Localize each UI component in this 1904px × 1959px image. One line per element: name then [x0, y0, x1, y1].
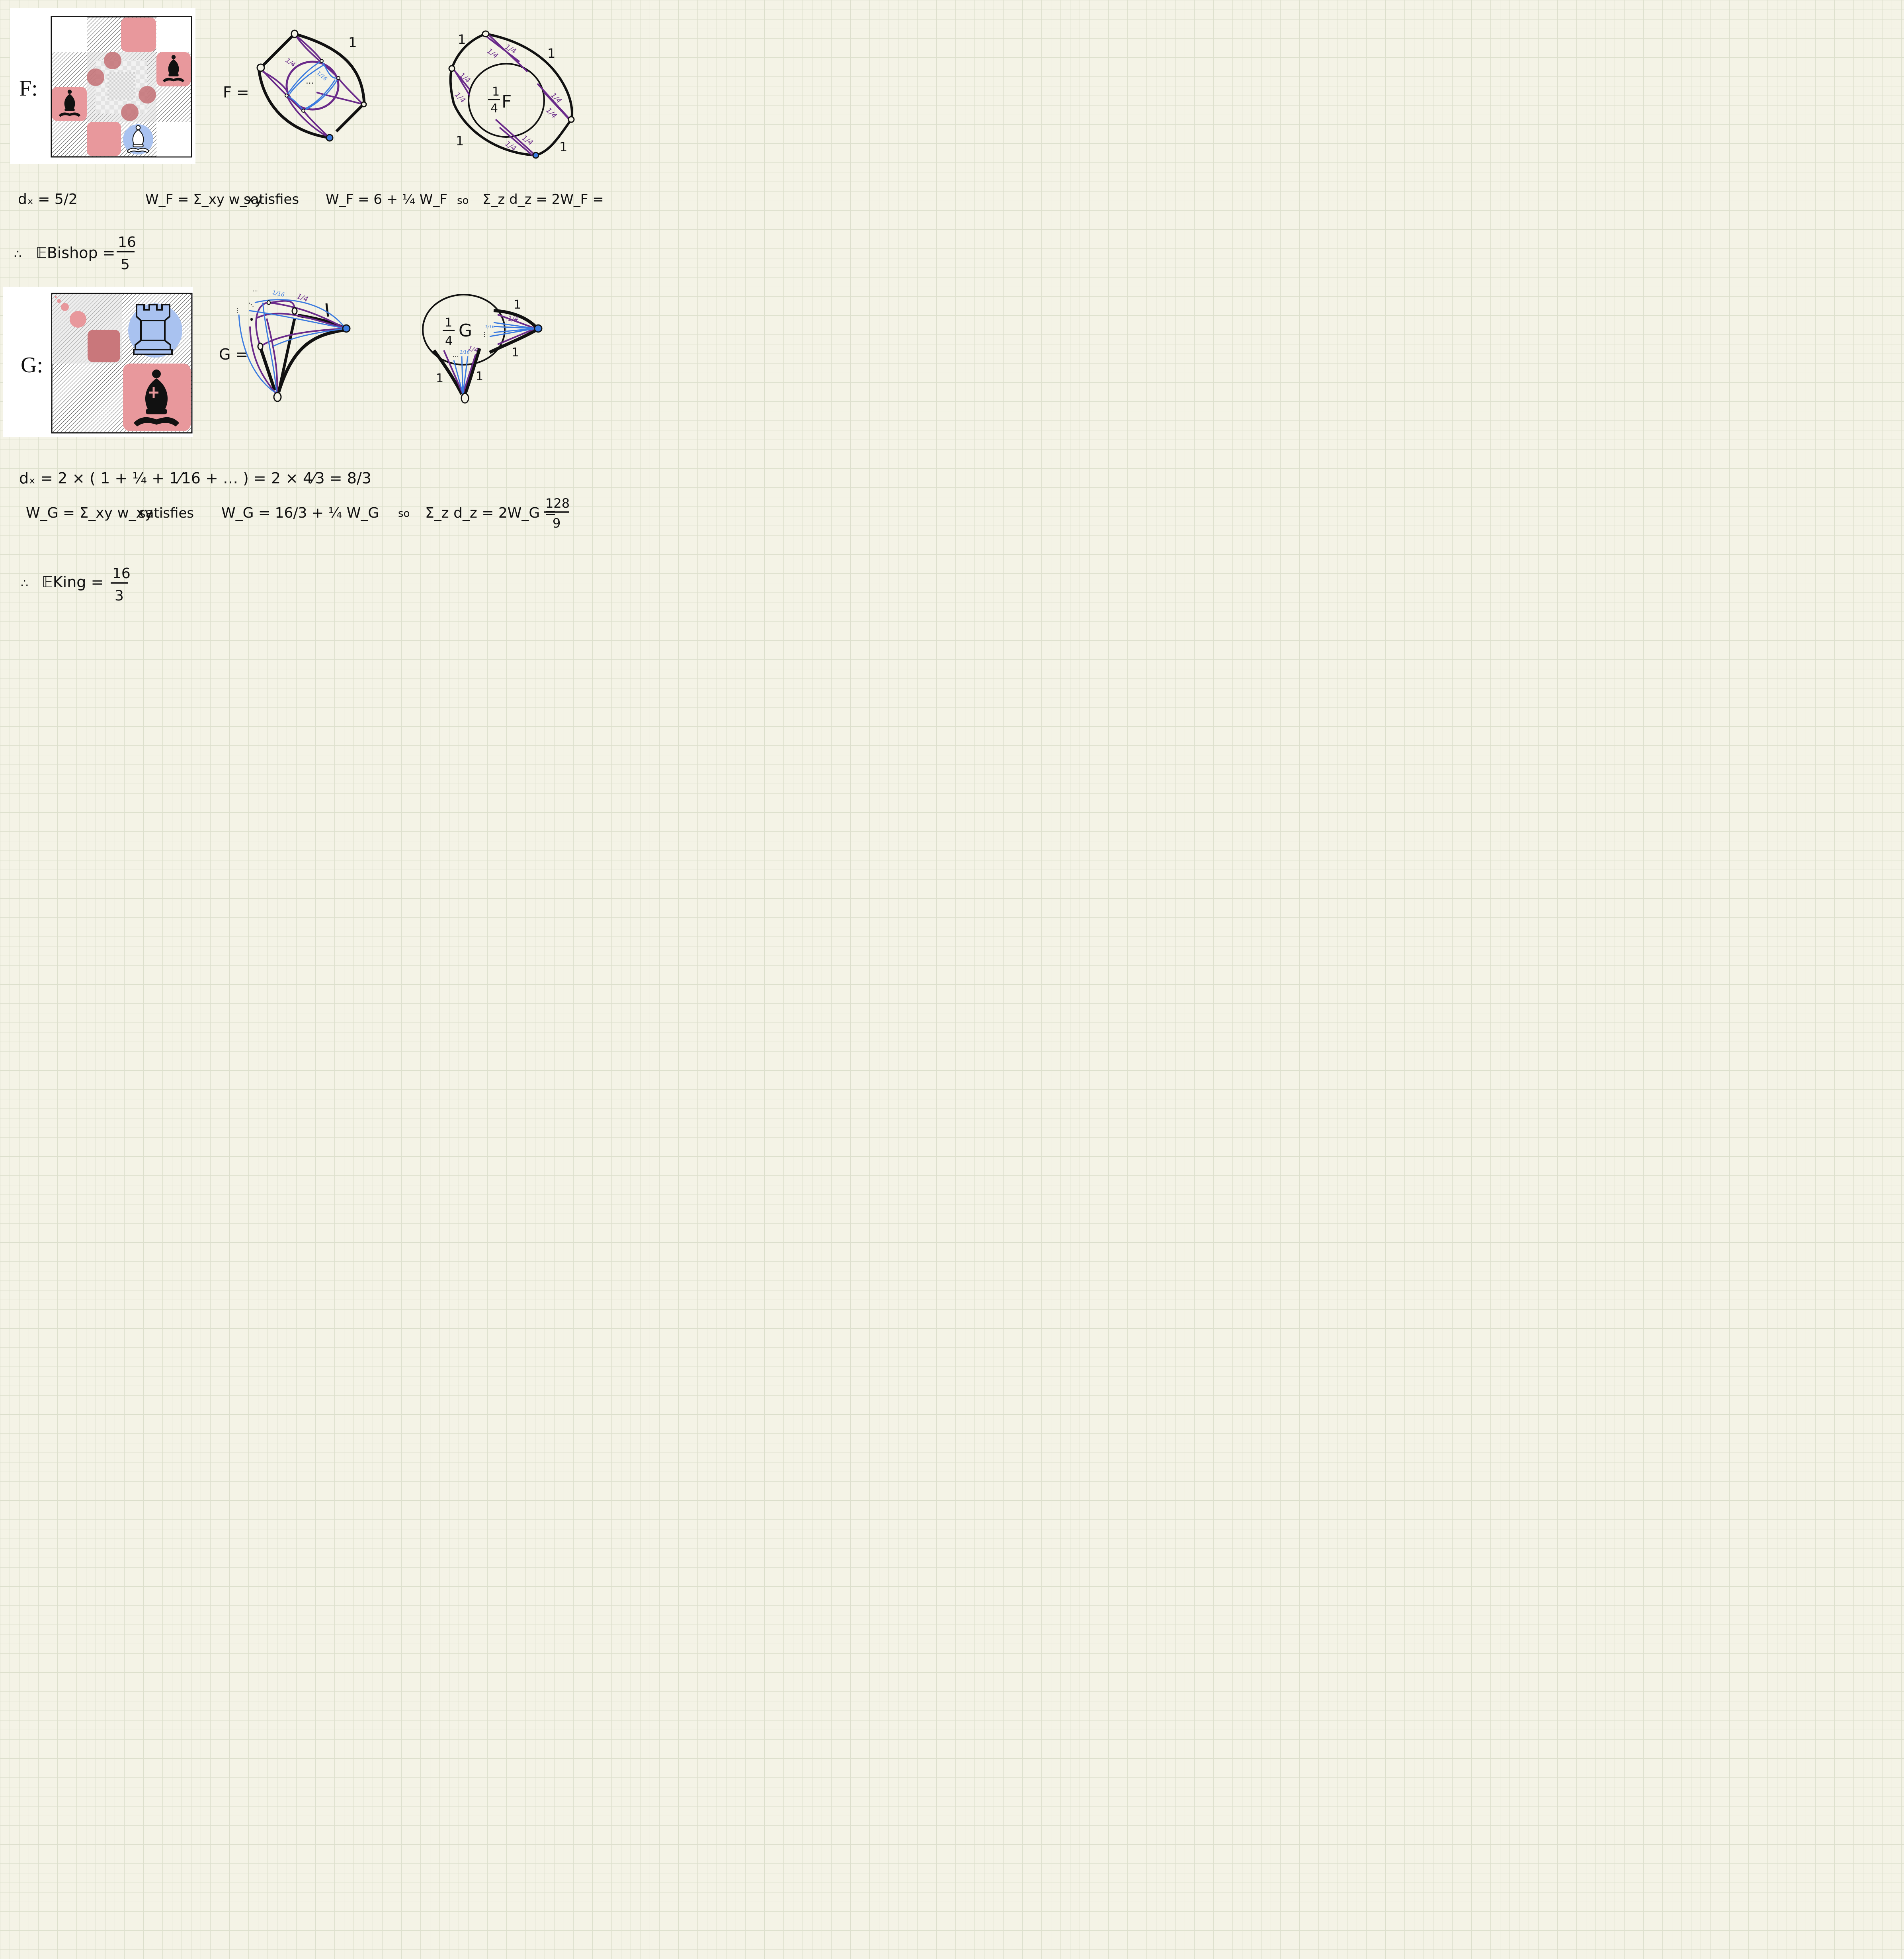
g-result-den: 3 — [115, 588, 124, 604]
g-graph-lhs: G = — [219, 346, 248, 363]
f-blue-weight: 1/16 — [315, 70, 328, 82]
f-graph: F = ⋯ 1 1/4 1/16 — [223, 29, 367, 142]
f-reduced-weight-tl: 1 — [458, 32, 466, 47]
f-reduced-purple-6: 1/4 — [544, 106, 558, 120]
f-reduced-purple-2: 1/4 — [485, 47, 500, 61]
g-reduced-inner-num: 1 — [445, 316, 452, 330]
g-reduced-blue-1: 1/16 — [485, 324, 495, 329]
f-reduced-purple-4: 1/4 — [453, 90, 467, 104]
f-reduced-purple-7: 1/4 — [520, 134, 535, 147]
f-satisfies: satisfies — [244, 192, 299, 207]
g-sum-num: 128 — [545, 496, 570, 511]
f-inner-dots: ⋯ — [306, 78, 314, 88]
g-recurrence: W_G = 16/3 + ¼ W_G — [221, 505, 379, 521]
f-target-cell-top — [121, 18, 156, 52]
g-dots-3: ⋯ — [234, 307, 241, 314]
f-reduced-inner-sym: F — [502, 92, 512, 112]
f-result-num: 16 — [118, 234, 136, 250]
g-reduced-inner-den: 4 — [445, 334, 453, 348]
g-result-name: 𝔼King = — [42, 573, 103, 591]
g-label: G: — [21, 353, 43, 377]
f-sum: Σ_z d_z = 2W_F = 16 — [482, 192, 607, 207]
g-so: so — [398, 508, 410, 520]
f-purple-weight: 1/4 — [284, 57, 297, 68]
bishop-result: ∴ 𝔼Bishop = 16 5 — [14, 234, 136, 273]
g-reduced-inner-sym: G — [459, 321, 472, 341]
f-equations: dₓ = 5/2 W_F = Σ_xy w_xy satisfies W_F =… — [18, 191, 607, 207]
king-result: ∴ 𝔼King = 16 3 — [21, 565, 131, 604]
g-reduced-graph: 1 4 G 1 1 1 1 1/4 1/4 1/16 1/16 ⋯ ⋯ — [422, 294, 543, 404]
f-result-den: 5 — [121, 256, 130, 273]
g-sum-den: 9 — [553, 516, 560, 531]
g-reduced-dots-1: ⋯ — [481, 331, 488, 338]
g-board — [51, 293, 193, 434]
f-dx: dₓ = 5/2 — [18, 191, 78, 207]
f-reduced-weight-tr: 1 — [547, 46, 555, 61]
g-reduced-dots-2: ⋯ — [453, 352, 459, 360]
f-reduced-inner-den: 4 — [490, 102, 498, 115]
g-reduced-weight-3: 1 — [436, 371, 443, 385]
f-target-cell-bottom — [87, 122, 121, 156]
g-satisfies: satisfies — [139, 505, 194, 521]
notes-canvas: F: F = ⋯ 1 1/4 1/16 1 4 F 1 1 1 1 1/4 1/… — [3, 8, 607, 604]
g-dots-2: ⋯ — [246, 299, 256, 310]
g-reduced-blue-2: 1/16 — [460, 350, 470, 355]
g-equations: dₓ = 2 × ( 1 + ¼ + 1⁄16 + … ) = 2 × 4⁄3 … — [19, 469, 570, 531]
g-therefore: ∴ — [21, 577, 28, 590]
g-reduced-weight-2: 1 — [512, 346, 519, 360]
f-outer-weight: 1 — [348, 35, 357, 51]
g-result-num: 16 — [112, 565, 131, 582]
f-reduced-graph: 1 4 F 1 1 1 1 1/4 1/4 1/4 1/4 1/4 1/4 1/… — [448, 30, 575, 159]
f-reduced-weight-br: 1 — [559, 139, 567, 154]
g-reduced-weight-4: 1 — [476, 370, 483, 383]
f-reduced-weight-bl: 1 — [456, 133, 464, 149]
g-sum: Σ_z d_z = 2W_G = — [425, 505, 557, 521]
f-recurrence: W_F = 6 + ¼ W_F — [326, 192, 447, 207]
f-label: F: — [19, 76, 38, 101]
f-graph-lhs: F = — [223, 84, 249, 101]
f-reduced-inner-num: 1 — [492, 85, 500, 99]
g-dots-1: ⋯ — [252, 288, 258, 294]
f-so: so — [457, 195, 469, 207]
f-reduced-purple-1: 1/4 — [504, 43, 518, 56]
f-reduced-purple-5: 1/4 — [549, 91, 563, 105]
g-w-def: W_G = Σ_xy w_xy — [26, 505, 153, 521]
f-reduced-purple-3: 1/4 — [458, 71, 472, 85]
f-therefore: ∴ — [14, 247, 21, 261]
g-blue-weight: 1/16 — [271, 289, 285, 298]
g-reduced-weight-1: 1 — [514, 298, 521, 312]
f-result-name: 𝔼Bishop = — [36, 244, 115, 262]
g-cell-1 — [88, 330, 120, 362]
g-purple-weight: 1/4 — [296, 292, 309, 304]
f-board-panel: F: — [10, 8, 195, 164]
g-board-panel: G: — [3, 287, 193, 437]
g-dx: dₓ = 2 × ( 1 + ¼ + 1⁄16 + … ) = 2 × 4⁄3 … — [19, 469, 371, 487]
g-reduced-purple-1: 1/4 — [508, 315, 518, 323]
f-board — [51, 16, 192, 158]
g-graph: G = ⋯ ⋯ ⋯ 1/16 1/4 — [219, 288, 351, 402]
